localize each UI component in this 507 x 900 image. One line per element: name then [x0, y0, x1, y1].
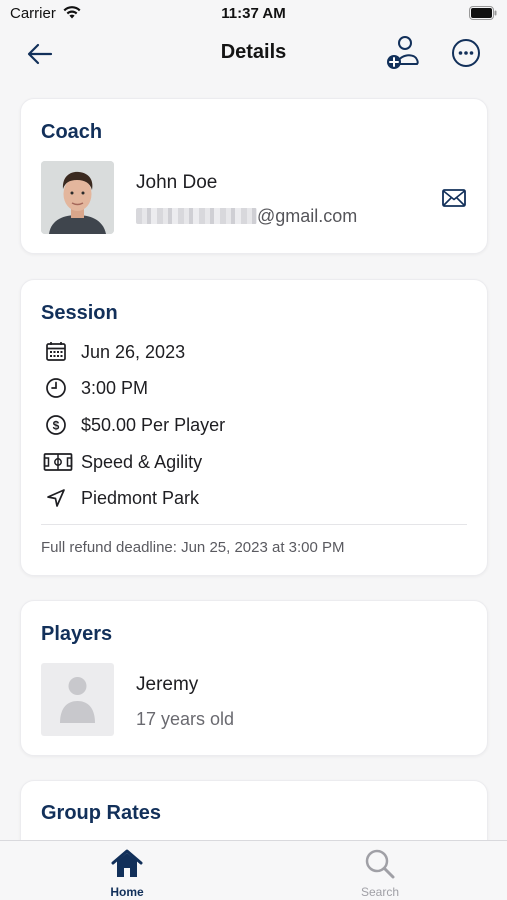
session-time-row: 3:00 PM: [41, 375, 461, 401]
search-icon: [363, 847, 397, 881]
session-date: Jun 26, 2023: [81, 342, 186, 362]
tab-home-label: Home: [110, 885, 144, 899]
player-name: Jeremy: [136, 674, 199, 695]
location-arrow-icon: [43, 485, 69, 511]
session-location[interactable]: Piedmont Park: [81, 488, 199, 509]
tab-bar: Home Search: [0, 840, 507, 900]
tab-search[interactable]: Search: [320, 841, 440, 900]
page-title: Details: [220, 41, 287, 63]
calendar-icon: [43, 339, 69, 365]
redacted-email-part: [136, 208, 257, 224]
more-options-icon[interactable]: [450, 37, 482, 69]
tab-home[interactable]: Home: [67, 841, 187, 900]
session-time: 3:00 PM: [81, 378, 149, 398]
player-age: 17 years old: [136, 709, 235, 729]
coach-avatar[interactable]: [41, 161, 114, 234]
session-card: Session Jun 26, 2023 3:00 PM $ $50.00 Pe…: [20, 279, 488, 576]
coach-section-title: Coach: [41, 121, 103, 143]
players-card: Players Jeremy 17 years old: [20, 600, 488, 756]
session-type-row: Speed & Agility: [41, 449, 461, 475]
field-icon: [43, 449, 73, 475]
session-section-title: Session: [41, 302, 118, 324]
coach-email-domain: @gmail.com: [257, 206, 358, 226]
refund-deadline: Full refund deadline: Jun 25, 2023 at 3:…: [41, 539, 345, 556]
coach-name: John Doe: [136, 172, 218, 193]
coach-card: Coach John Doe @gmail.com: [20, 98, 488, 254]
envelope-icon[interactable]: [441, 187, 467, 209]
players-section-title: Players: [41, 623, 113, 645]
session-date-row: Jun 26, 2023: [41, 339, 461, 365]
session-location-row: Piedmont Park: [41, 485, 461, 511]
group-rates-section-title: Group Rates: [41, 802, 162, 824]
dollar-circle-icon: $: [43, 412, 69, 438]
session-price-row: $ $50.00 Per Player: [41, 412, 461, 438]
navigation-bar: Details: [0, 28, 507, 78]
home-icon: [110, 847, 144, 881]
session-type: Speed & Agility: [81, 452, 203, 472]
divider: [41, 524, 467, 525]
status-bar: Carrier 11:37 AM: [0, 0, 507, 28]
player-avatar-placeholder-icon[interactable]: [41, 663, 114, 736]
svg-text:$: $: [53, 419, 60, 433]
tab-search-label: Search: [360, 885, 400, 899]
add-person-icon[interactable]: [384, 34, 422, 72]
session-price: $50.00 Per Player: [81, 415, 226, 435]
clock-icon: [43, 375, 69, 401]
status-time: 11:37 AM: [221, 5, 286, 22]
coach-email: @gmail.com: [136, 206, 357, 227]
battery-icon: [469, 6, 497, 25]
